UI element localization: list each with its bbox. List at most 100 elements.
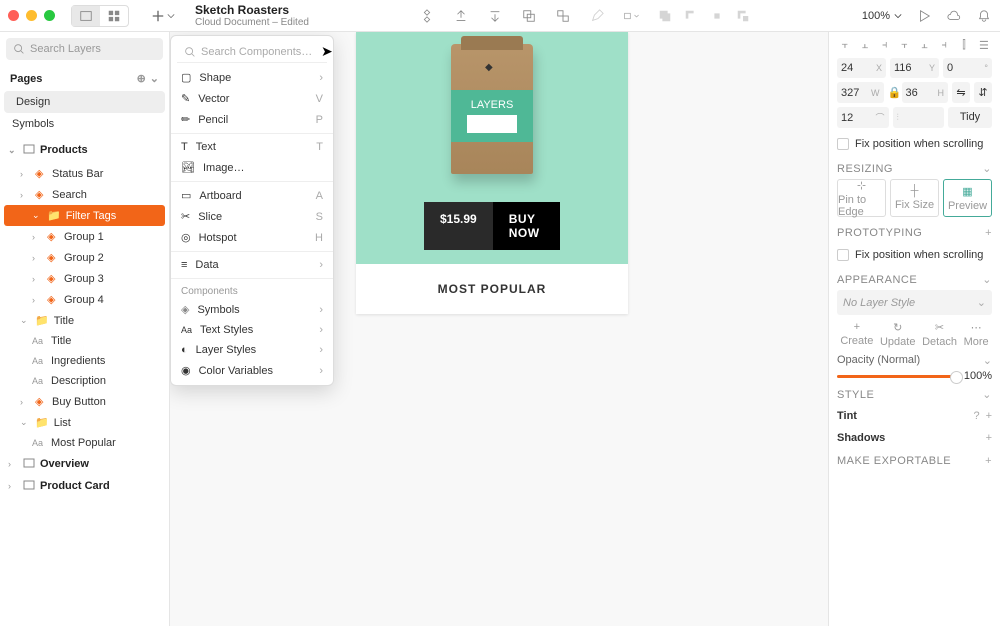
menu-slice[interactable]: ✂SliceS [171,206,333,227]
difference-icon[interactable] [735,8,751,24]
minimize-window-icon[interactable] [26,10,37,21]
layer-group-3[interactable]: ›◈Group 3 [0,268,169,289]
layer-filter-tags[interactable]: ⌄📁Filter Tags [4,205,165,226]
search-components-input[interactable]: Search Components… [177,42,327,63]
artboard-products[interactable]: ⌄Products [0,135,169,163]
resize-preview[interactable]: ▦Preview [943,179,992,217]
buy-now-button[interactable]: BUY NOW [493,202,560,250]
group-tool-icon[interactable] [521,8,537,24]
insert-button[interactable] [151,9,175,23]
flip-h-icon[interactable]: ⇋ [952,82,970,103]
tint-row[interactable]: Tint?+ [837,405,992,427]
align-bottom-icon[interactable]: ⫞ [936,38,952,52]
page-design[interactable]: Design [4,91,165,113]
menu-symbols[interactable]: ◈Symbols› [171,299,333,320]
flip-v-icon[interactable]: ⇵ [974,82,992,103]
layer-group-4[interactable]: ›◈Group 4 [0,289,169,310]
menu-vector[interactable]: ✎VectorV [171,88,333,109]
close-window-icon[interactable] [8,10,19,21]
backward-tool-icon[interactable] [487,8,503,24]
layer-most-popular[interactable]: AaMost Popular [0,433,169,453]
tidy-button[interactable]: Tidy [948,107,992,128]
rotation-input[interactable]: 0° [943,58,992,78]
zoom-dropdown[interactable]: 100% [862,9,902,23]
union-icon[interactable] [657,8,673,24]
layer-title-text[interactable]: AaTitle [0,331,169,351]
x-input[interactable]: 24X [837,58,886,78]
components-view-button[interactable] [100,6,128,26]
add-page-icon[interactable]: ⊕ [137,72,146,85]
pin-to-edge[interactable]: ⊹Pin to Edge [837,179,886,217]
detach-style-button[interactable]: ✂Detach [922,321,957,348]
add-export-icon[interactable]: + [985,455,992,467]
layer-group-2[interactable]: ›◈Group 2 [0,247,169,268]
symbol-tool-icon[interactable] [419,8,435,24]
menu-shape[interactable]: ▢Shape› [171,67,333,88]
edit-tool-icon[interactable] [589,8,605,24]
layer-group-1[interactable]: ›◈Group 1 [0,226,169,247]
distribute-h-icon[interactable]: ⫿ [956,38,972,52]
radius-detail[interactable]: ⫶ [893,107,945,128]
h-input[interactable]: 36H [902,82,949,103]
menu-text[interactable]: TTextT [171,137,333,157]
layer-title-group[interactable]: ⌄📁Title [0,310,169,331]
subtract-icon[interactable] [683,8,699,24]
layer-search[interactable]: ›◈Search [0,184,169,205]
collapse-pages-icon[interactable]: ⌄ [150,72,159,85]
help-icon[interactable]: ? [973,410,979,422]
fix-position-checkbox[interactable]: Fix position when scrolling [837,132,992,156]
search-layers-input[interactable]: Search Layers [6,38,163,60]
menu-data[interactable]: ≡Data› [171,255,333,275]
opacity-slider[interactable] [837,375,958,378]
menu-color-vars[interactable]: ◉Color Variables› [171,360,333,381]
menu-pencil[interactable]: ✏PencilP [171,109,333,130]
layer-status-bar[interactable]: ›◈Status Bar [0,163,169,184]
add-tint-icon[interactable]: + [986,410,992,422]
menu-layer-styles[interactable]: ◐Layer Styles› [171,340,333,360]
make-exportable-section[interactable]: MAKE EXPORTABLE+ [837,449,992,471]
play-icon[interactable] [916,8,932,24]
create-style-button[interactable]: +Create [840,321,873,348]
menu-artboard[interactable]: ▭ArtboardA [171,185,333,206]
y-input[interactable]: 116Y [890,58,939,78]
window-controls[interactable] [8,10,55,21]
fix-position-proto-checkbox[interactable]: Fix position when scrolling [837,243,992,267]
artboard-overview[interactable]: ›Overview [0,453,169,477]
align-right-icon[interactable]: ⫞ [877,38,893,52]
menu-text-styles[interactable]: AaText Styles› [171,320,333,340]
opacity-value[interactable]: 100% [964,370,992,382]
page-symbols[interactable]: Symbols [0,113,169,135]
artboard-product-card[interactable]: ›Product Card [0,477,169,499]
artboard-preview[interactable]: ◆ LAYERS $15.99 BUY NOW MOST POPULAR [356,32,628,314]
update-style-button[interactable]: ↻Update [880,321,915,348]
align-center-h-icon[interactable]: ⫠ [857,38,873,52]
layer-buy-button[interactable]: ›◈Buy Button [0,391,169,412]
intersect-icon[interactable] [709,8,725,24]
add-shadow-icon[interactable]: + [986,432,992,444]
menu-hotspot[interactable]: ◎HotspotH [171,227,333,248]
align-top-icon[interactable]: ⫟ [897,38,913,52]
layer-description[interactable]: AaDescription [0,371,169,391]
distribute-v-icon[interactable]: ☰ [976,38,992,52]
w-input[interactable]: 327W [837,82,884,103]
maximize-window-icon[interactable] [44,10,55,21]
menu-image[interactable]: 🏞Image… [171,157,333,178]
canvas-view-button[interactable] [72,6,100,26]
more-style-button[interactable]: ⋯More [964,321,989,348]
radius-input[interactable]: 12⌒ [837,107,889,128]
layer-ingredients[interactable]: AaIngredients [0,351,169,371]
layer-list[interactable]: ⌄📁List [0,412,169,433]
bell-icon[interactable] [976,8,992,24]
fix-size[interactable]: ┼Fix Size [890,179,939,217]
align-left-icon[interactable]: ⫟ [837,38,853,52]
add-prototype-icon[interactable]: + [985,227,992,239]
shadows-row[interactable]: Shadows+ [837,427,992,449]
lock-ratio-icon[interactable]: 🔒 [888,82,898,103]
layer-style-dropdown[interactable]: No Layer Style⌄ [837,290,992,315]
color-icon: ◉ [181,364,191,377]
forward-tool-icon[interactable] [453,8,469,24]
align-middle-icon[interactable]: ⫠ [916,38,932,52]
transform-tool-icon[interactable] [623,8,639,24]
cloud-icon[interactable] [946,8,962,24]
ungroup-tool-icon[interactable] [555,8,571,24]
